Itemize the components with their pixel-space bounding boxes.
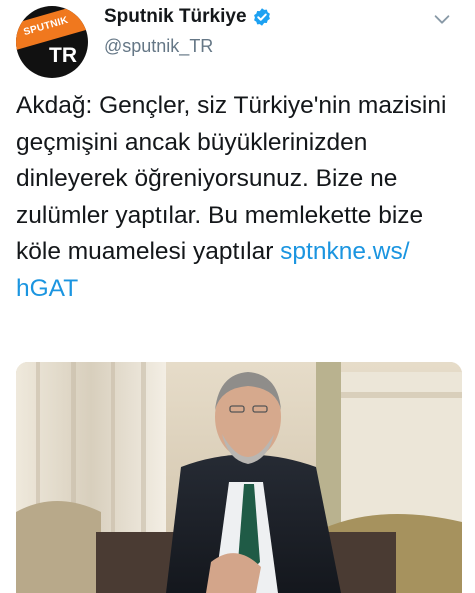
tweet-text: Akdağ: Gençler, siz Türkiye'nin mazisini… — [16, 88, 461, 307]
chevron-down-icon[interactable] — [431, 8, 453, 30]
account-handle[interactable]: @sputnik_TR — [104, 36, 213, 57]
tweet-header: SPUTNIK TR Sputnik Türkiye @sputnik_TR — [0, 0, 475, 82]
photo-image — [16, 362, 462, 593]
avatar-badge-text: TR — [49, 44, 77, 67]
tweet-photo[interactable] — [16, 362, 462, 593]
name-row: Sputnik Türkiye — [104, 6, 272, 28]
avatar[interactable]: SPUTNIK TR — [16, 6, 88, 78]
display-name[interactable]: Sputnik Türkiye — [104, 6, 247, 28]
verified-badge-icon — [253, 8, 270, 26]
